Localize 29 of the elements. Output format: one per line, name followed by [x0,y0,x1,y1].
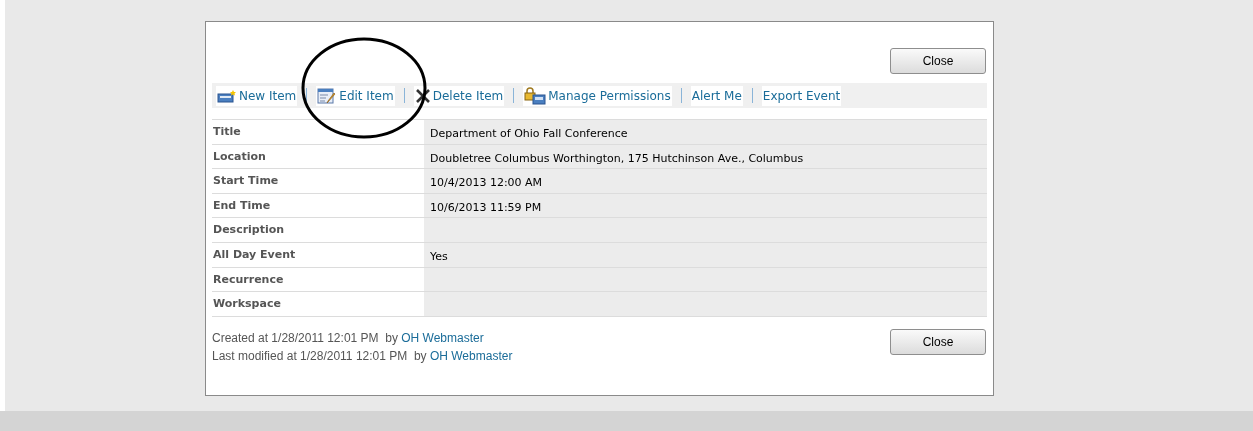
field-label: End Time [213,198,271,212]
toolbar-link[interactable]: Edit Item [316,85,395,106]
value-cell: 10/4/2013 12:00 AM [424,169,987,193]
toolbar-link[interactable]: New Item [216,85,298,106]
field-label: Title [213,125,241,138]
author-link[interactable]: OH Webmaster [429,348,513,363]
field-label: All Day Event [213,247,296,261]
field-label: Description [213,223,285,237]
value-cell: 10/6/2013 11:59 PM [424,193,987,218]
toolbar-link[interactable]: Manage Permissions [523,85,672,106]
close-button[interactable]: Close [890,328,986,355]
toolbar-link[interactable]: Export Event [761,85,842,106]
field-label: Workspace [213,297,281,311]
author-link[interactable]: OH Webmaster [401,330,484,345]
close-button[interactable]: Close [890,48,986,74]
new-item-icon [217,88,237,103]
field-label: Location [213,149,266,163]
lock-users-icon [524,86,547,105]
footer-info: Created at 1/28/2011 12:01 PM by OH Webmaster [212,329,485,347]
toolbar-link[interactable]: Delete Item [413,85,505,106]
edit-form-icon [317,87,338,104]
delete-x-icon [414,87,431,104]
toolbar-link[interactable]: Alert Me [690,85,743,106]
field-label: Recurrence [213,272,284,286]
value-cell: Doubletree Columbus Worthington, 175 Hutchinson Ave., Columbus [424,144,987,169]
footer-info: Last modified at 1/28/2011 12:01 PM by OH Webmaster [212,347,513,365]
field-label: Start Time [213,174,279,188]
value-cell: Yes [424,242,987,267]
value-cell: Department of Ohio Fall Conference [424,120,987,144]
